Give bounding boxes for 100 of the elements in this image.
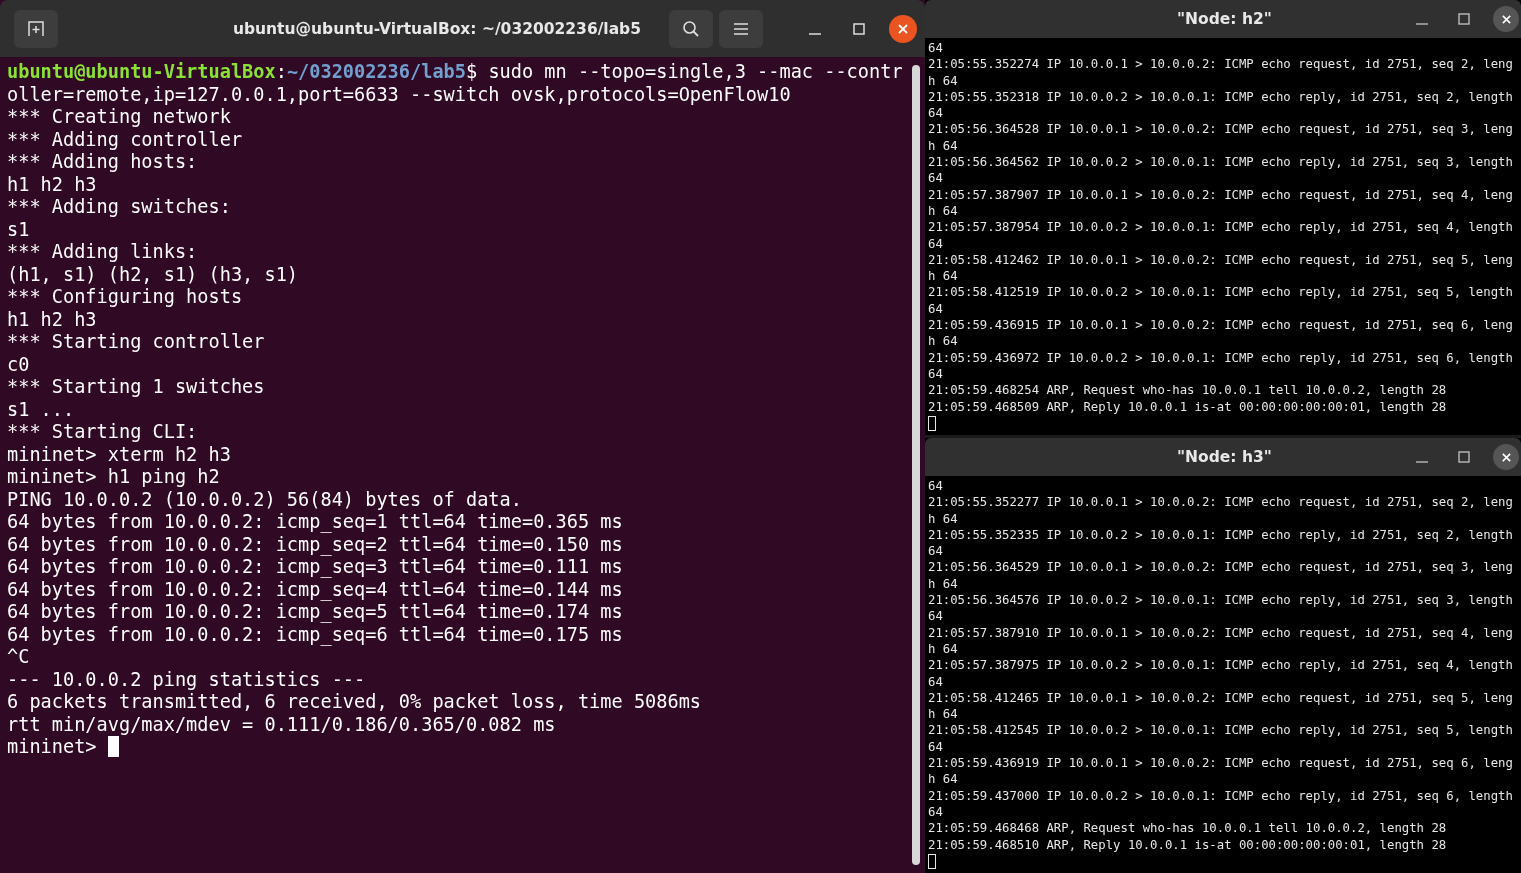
window-title: ubuntu@ubuntu-VirtualBox: ~/032002236/lab5 — [232, 19, 641, 38]
terminal-line: 21:05:59.436919 IP 10.0.0.1 > 10.0.0.2: ICMP echo request, id 2751, seq 6, leng — [928, 755, 1514, 772]
terminal-line: ^C — [7, 646, 31, 669]
terminal-line: 21:05:58.412519 IP 10.0.0.2 > 10.0.0.1: ICMP echo reply, id 2751, seq 5, length — [928, 284, 1514, 301]
terminal-line: 21:05:56.364576 IP 10.0.0.2 > 10.0.0.1: ICMP echo reply, id 2751, seq 3, length — [928, 592, 1514, 609]
terminal-line: 21:05:57.387910 IP 10.0.0.1 > 10.0.0.2: ICMP echo request, id 2751, seq 4, leng — [928, 624, 1514, 641]
window-title: "Node: h3" — [1177, 448, 1272, 466]
terminal-line: 64 — [928, 673, 944, 690]
terminal-line: h 64 — [928, 575, 959, 593]
terminal-line: mininet> h1 ping h2 — [7, 466, 221, 489]
terminal-line: 6 packets transmitted, 6 received, 0% packet loss, time 5086ms — [7, 691, 703, 714]
terminal-line: 21:05:55.352335 IP 10.0.0.2 > 10.0.0.1: ICMP echo reply, id 2751, seq 2, length — [928, 526, 1514, 544]
terminal-line: mininet> xterm h2 h3 — [7, 443, 232, 466]
maximize-icon — [1458, 13, 1470, 25]
new-tab-button[interactable] — [14, 9, 58, 48]
terminal-line: h 64 — [928, 771, 959, 788]
shell-prompt: mininet> — [7, 736, 97, 759]
terminal-line: h 64 — [928, 333, 959, 350]
terminal-line: 21:05:58.412462 IP 10.0.0.1 > 10.0.0.2: ICMP echo request, id 2751, seq 5, leng — [928, 251, 1514, 269]
terminal-line: 21:05:55.352274 IP 10.0.0.1 > 10.0.0.2: ICMP echo request, id 2751, seq 2, leng — [928, 56, 1514, 73]
terminal-line: 21:05:59.468510 ARP, Reply 10.0.0.1 is-at 00:00:00:00:00:01, length 28 — [928, 836, 1448, 853]
terminal-line: oller=remote,ip=127.0.0.1,port=6633 --switch ovsk,protocols=OpenFlow10 — [7, 83, 792, 106]
terminal-line: 21:05:55.352277 IP 10.0.0.1 > 10.0.0.2: ICMP echo request, id 2751, seq 2, leng — [928, 494, 1514, 511]
terminal-line: 64 bytes from 10.0.0.2: icmp_seq=5 ttl=64 time=0.174 ms — [7, 601, 624, 624]
terminal-line: 64 — [928, 40, 944, 57]
terminal-line: s1 — [7, 218, 31, 241]
terminal-line: 64 — [928, 105, 944, 122]
terminal-line: 21:05:57.387975 IP 10.0.0.2 > 10.0.0.1: ICMP echo reply, id 2751, seq 4, length — [928, 657, 1514, 674]
terminal-line: *** Creating network — [7, 106, 232, 129]
terminal-line: 21:05:56.364562 IP 10.0.0.2 > 10.0.0.1: ICMP echo reply, id 2751, seq 3, length — [928, 154, 1514, 171]
menu-icon — [733, 21, 749, 36]
terminal-line: --- 10.0.0.2 ping statistics --- — [7, 668, 367, 691]
text-cursor — [107, 736, 119, 757]
search-button[interactable] — [669, 9, 713, 48]
prompt-path: ~/032002236/lab5 — [286, 61, 466, 84]
search-icon — [682, 19, 700, 38]
scrollbar[interactable] — [912, 65, 920, 865]
terminal-line: 64 bytes from 10.0.0.2: icmp_seq=2 ttl=64 time=0.150 ms — [7, 533, 624, 556]
terminal-line: *** Adding hosts: — [7, 151, 199, 174]
terminal-line: h 64 — [928, 137, 959, 155]
terminal-line: *** Starting CLI: — [7, 421, 199, 444]
minimize-icon — [809, 32, 821, 35]
terminal-line: 21:05:56.364528 IP 10.0.0.1 > 10.0.0.2: ICMP echo request, id 2751, seq 3, leng — [928, 121, 1514, 138]
terminal-line: (h1, s1) (h2, s1) (h3, s1) — [7, 263, 300, 286]
menu-button[interactable] — [719, 9, 763, 48]
terminal-line: 64 — [928, 300, 944, 318]
close-button[interactable] — [889, 14, 917, 43]
close-icon — [897, 22, 909, 35]
terminal-line: 21:05:58.412545 IP 10.0.0.2 > 10.0.0.1: ICMP echo reply, id 2751, seq 5, length — [928, 722, 1514, 739]
terminal-line: 64 bytes from 10.0.0.2: icmp_seq=3 ttl=64 time=0.111 ms — [7, 556, 624, 579]
terminal-line: 21:05:57.387954 IP 10.0.0.2 > 10.0.0.1: ICMP echo reply, id 2751, seq 4, length — [928, 219, 1514, 236]
terminal-line: 64 bytes from 10.0.0.2: icmp_seq=4 ttl=64 time=0.144 ms — [7, 578, 624, 601]
terminal-line: *** Adding links: — [7, 241, 199, 264]
terminal-line: h 64 — [928, 510, 959, 527]
maximize-icon — [853, 22, 865, 35]
terminal-line: *** Configuring hosts — [7, 286, 244, 309]
terminal-line: 64 bytes from 10.0.0.2: icmp_seq=1 ttl=64 time=0.365 ms — [7, 511, 624, 534]
terminal-line: *** Adding switches: — [7, 196, 232, 219]
prompt-separator: : — [275, 61, 287, 84]
terminal-line: 64 — [928, 365, 944, 383]
terminal-line: h 64 — [928, 640, 959, 658]
maximize-icon — [1458, 451, 1470, 463]
terminal-line: h 64 — [928, 202, 959, 220]
terminal-line: c0 — [7, 353, 31, 376]
terminal-line: 21:05:55.352318 IP 10.0.0.2 > 10.0.0.1: ICMP echo reply, id 2751, seq 2, length — [928, 88, 1514, 106]
terminal-line: h1 h2 h3 — [7, 173, 98, 196]
close-icon — [1500, 13, 1512, 25]
terminal-line: s1 ... — [7, 398, 76, 421]
command-text: $ sudo mn --topo=single,3 --mac --contr — [466, 61, 903, 84]
terminal-line: 64 — [928, 478, 944, 495]
terminal-line: *** Starting controller — [7, 331, 266, 354]
terminal-line: *** Adding controller — [7, 128, 244, 151]
terminal-line: h 64 — [928, 268, 959, 285]
terminal-line: 21:05:56.364529 IP 10.0.0.1 > 10.0.0.2: ICMP echo request, id 2751, seq 3, leng — [928, 559, 1514, 576]
terminal-line: rtt min/avg/max/mdev = 0.111/0.186/0.365/0.082 ms — [7, 713, 557, 736]
terminal-line: *** Starting 1 switches — [7, 376, 266, 399]
terminal-line: 21:05:59.468468 ARP, Request who-has 10.0.0.1 tell 10.0.0.2, length 28 — [928, 820, 1448, 837]
terminal-line: 64 bytes from 10.0.0.2: icmp_seq=6 ttl=64 time=0.175 ms — [7, 623, 624, 646]
terminal-line: h 64 — [928, 72, 959, 89]
terminal-line: 21:05:59.436972 IP 10.0.0.2 > 10.0.0.1: ICMP echo reply, id 2751, seq 6, length — [928, 349, 1514, 366]
terminal-line: PING 10.0.0.2 (10.0.0.2) 56(84) bytes of data. — [7, 488, 523, 511]
terminal-line: 21:05:58.412465 IP 10.0.0.1 > 10.0.0.2: ICMP echo request, id 2751, seq 5, leng — [928, 689, 1514, 707]
terminal-line: 64 — [928, 235, 944, 252]
minimize-icon — [1416, 23, 1428, 25]
close-button[interactable] — [1493, 444, 1519, 470]
terminal-line: 21:05:59.468254 ARP, Request who-has 10.0.0.1 tell 10.0.0.2, length 28 — [928, 382, 1448, 399]
terminal-line: 64 — [928, 543, 944, 560]
close-button[interactable] — [1493, 6, 1519, 32]
terminal-line: 21:05:59.468509 ARP, Reply 10.0.0.1 is-at 00:00:00:00:00:01, length 28 — [928, 398, 1448, 415]
terminal-line: h 64 — [928, 706, 959, 723]
terminal-line: 64 — [928, 608, 944, 625]
terminal-line: 21:05:59.436915 IP 10.0.0.1 > 10.0.0.2: ICMP echo request, id 2751, seq 6, leng — [928, 317, 1514, 334]
new-tab-icon — [27, 19, 45, 38]
terminal-line: 21:05:57.387907 IP 10.0.0.1 > 10.0.0.2: ICMP echo request, id 2751, seq 4, leng — [928, 186, 1514, 203]
prompt-user-host: ubuntu@ubuntu-VirtualBox — [7, 61, 276, 84]
window-title: "Node: h2" — [1177, 10, 1272, 28]
terminal-line: 64 — [928, 803, 944, 821]
terminal-line: 64 — [928, 170, 944, 187]
close-icon — [1500, 451, 1512, 463]
terminal-line: 64 — [928, 738, 944, 756]
